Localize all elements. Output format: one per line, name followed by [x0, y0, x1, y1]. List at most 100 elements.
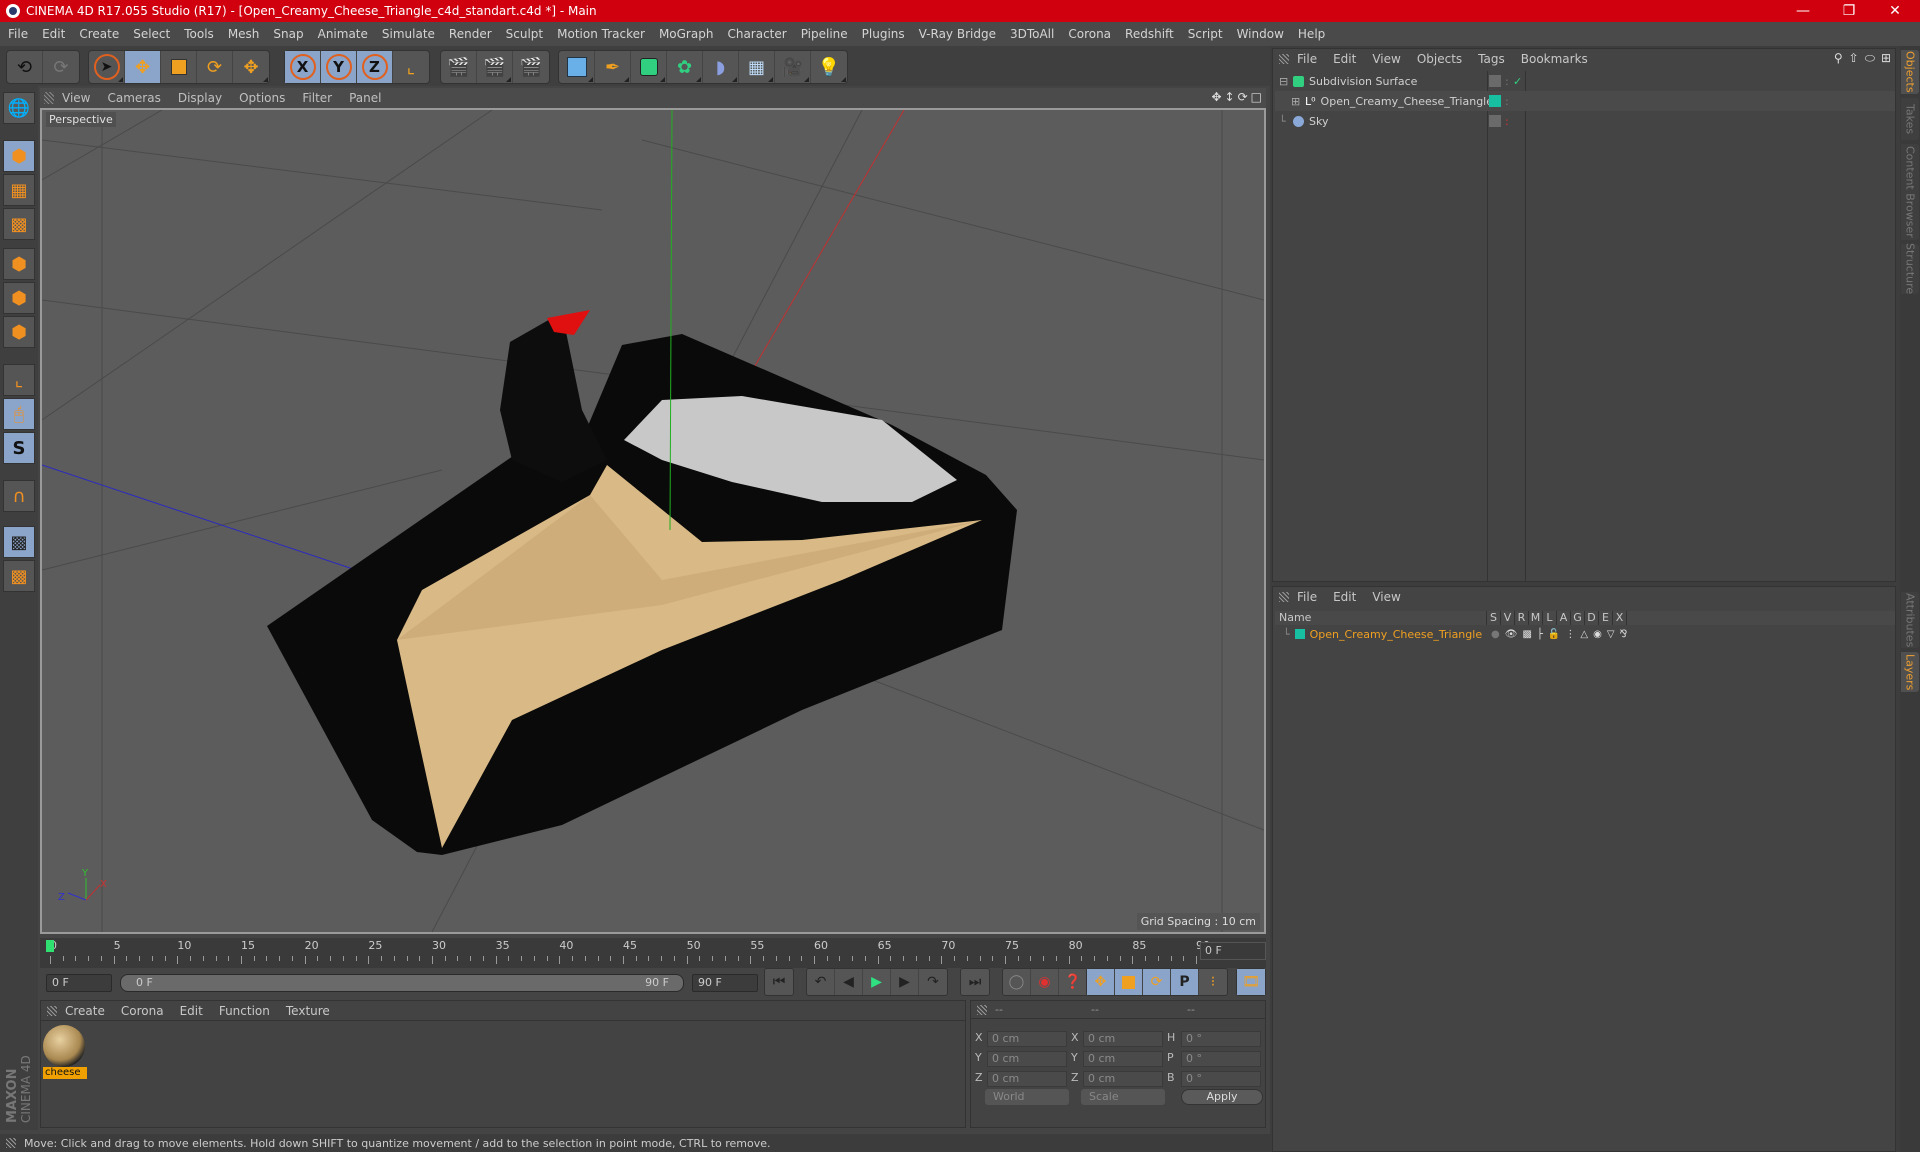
scale-tool-button[interactable] — [161, 51, 197, 83]
column-manager[interactable]: M — [1529, 611, 1543, 625]
playhead[interactable] — [46, 940, 54, 952]
make-editable-button[interactable]: 🌐 — [3, 92, 35, 124]
menu-character[interactable]: Character — [727, 27, 786, 41]
object-name[interactable]: Open_Creamy_Cheese_Triangle — [1321, 95, 1493, 108]
generator-icon[interactable]: △ — [1580, 629, 1588, 640]
y-axis-lock-button[interactable]: Y — [321, 51, 357, 83]
column-render[interactable]: R — [1515, 611, 1529, 625]
menu-redshift[interactable]: Redshift — [1125, 27, 1174, 41]
column-deformers[interactable]: D — [1585, 611, 1599, 625]
key-rotation-button[interactable]: ⟳ — [1143, 969, 1171, 995]
timeline-window-button[interactable]: 🎞 — [1237, 969, 1265, 995]
menu-tools[interactable]: Tools — [184, 27, 214, 41]
live-selection-button[interactable]: ➤ — [89, 51, 125, 83]
tweak-mode-button[interactable]: 🖰 — [3, 398, 35, 430]
end-frame-field[interactable]: 90 F — [692, 974, 758, 992]
menu-sculpt[interactable]: Sculpt — [506, 27, 543, 41]
polygons-mode-button[interactable]: ⬢ — [3, 316, 35, 348]
render-picture-viewer-button[interactable]: 🎬 — [477, 51, 513, 83]
play-button[interactable]: ▶ — [863, 969, 891, 995]
object-menu-bookmarks[interactable]: Bookmarks — [1521, 52, 1588, 66]
expand-icon[interactable]: ⊞ — [1291, 95, 1303, 108]
size-x-field[interactable]: 0 cm — [1083, 1031, 1163, 1047]
menu-create[interactable]: Create — [79, 27, 119, 41]
render-visibility-dots[interactable]: : — [1505, 115, 1509, 128]
viewport-menu-options[interactable]: Options — [239, 91, 285, 105]
edit-visibility-icon[interactable] — [1489, 115, 1501, 127]
column-animation[interactable]: A — [1557, 611, 1571, 625]
undo-button[interactable]: ⟲ — [7, 51, 43, 83]
column-expressions[interactable]: E — [1599, 611, 1613, 625]
layer-color-swatch[interactable] — [1489, 95, 1501, 107]
search-icon[interactable]: ⚲ — [1834, 51, 1843, 66]
layer-row[interactable]: └ Open_Creamy_Cheese_Triangle ● 👁 ▩ ├ 🔓 … — [1275, 627, 1895, 641]
render-clapboard-icon[interactable]: ▩ — [1522, 629, 1531, 640]
workplane-align-button[interactable]: ▩ — [3, 560, 35, 592]
column-solo[interactable]: S — [1487, 611, 1501, 625]
panel-grip-icon[interactable] — [1279, 592, 1289, 602]
tab-content-browser[interactable]: Content Browser — [1901, 144, 1919, 240]
menu-pipeline[interactable]: Pipeline — [801, 27, 848, 41]
menu-select[interactable]: Select — [133, 27, 170, 41]
next-key-button[interactable]: ↷ — [919, 969, 947, 995]
dolly-icon[interactable]: ↕ — [1225, 90, 1235, 104]
go-to-start-button[interactable]: ⏮ — [765, 969, 793, 995]
object-menu-edit[interactable]: Edit — [1333, 52, 1356, 66]
coordinate-space-dropdown[interactable]: World — [985, 1089, 1069, 1105]
perspective-viewport[interactable]: Y X Z Perspective Grid Spacing : 10 cm — [40, 108, 1266, 934]
menu-mograph[interactable]: MoGraph — [659, 27, 714, 41]
object-name[interactable]: Subdivision Surface — [1309, 75, 1417, 88]
home-icon[interactable]: ⇧ — [1849, 51, 1859, 66]
menu-edit[interactable]: Edit — [42, 27, 65, 41]
tab-layers[interactable]: Layers — [1901, 652, 1919, 692]
column-locked[interactable]: L — [1543, 611, 1557, 625]
object-menu-tags[interactable]: Tags — [1478, 52, 1505, 66]
menu-3dtoall[interactable]: 3DToAll — [1010, 27, 1054, 41]
key-point-level-button[interactable]: ⁝ — [1199, 969, 1227, 995]
menu-simulate[interactable]: Simulate — [382, 27, 435, 41]
object-row[interactable]: ⊟ Subdivision Surface : ✓ — [1275, 71, 1895, 91]
snap-button[interactable]: ∩ — [3, 480, 35, 512]
eye-icon[interactable]: ⬭ — [1865, 51, 1875, 66]
last-tool-button[interactable]: ✥ — [233, 51, 269, 83]
view-eye-icon[interactable]: 👁 — [1505, 629, 1518, 640]
solo-dot-icon[interactable]: ● — [1491, 629, 1500, 640]
floor-button[interactable]: ▦ — [739, 51, 775, 83]
render-visibility-dots[interactable]: : — [1505, 95, 1509, 108]
deformer-button[interactable]: ◗ — [703, 51, 739, 83]
rotation-h-field[interactable]: 0 ° — [1181, 1031, 1261, 1047]
menu-render[interactable]: Render — [449, 27, 492, 41]
previous-key-button[interactable]: ↶ — [807, 969, 835, 995]
panel-grip-icon[interactable] — [47, 1005, 57, 1016]
menu-vray-bridge[interactable]: V-Ray Bridge — [919, 27, 996, 41]
material-menu-function[interactable]: Function — [219, 1004, 270, 1018]
rotation-b-field[interactable]: 0 ° — [1181, 1071, 1261, 1087]
animation-icon[interactable]: ⋮ — [1565, 629, 1575, 640]
viewport-menu-display[interactable]: Display — [178, 91, 222, 105]
position-x-field[interactable]: 0 cm — [987, 1031, 1067, 1047]
render-settings-button[interactable]: 🎬 — [513, 51, 549, 83]
menu-help[interactable]: Help — [1298, 27, 1325, 41]
previous-frame-button[interactable]: ◀ — [835, 969, 863, 995]
enabled-check-icon[interactable]: ✓ — [1513, 75, 1522, 88]
record-active-objects-button[interactable]: ◉ — [1031, 969, 1059, 995]
panel-grip-icon[interactable] — [977, 1004, 987, 1015]
render-view-button[interactable]: 🎬 — [441, 51, 477, 83]
tab-attributes[interactable]: Attributes — [1901, 592, 1919, 648]
coordinate-system-button[interactable]: ⌞ — [393, 51, 429, 83]
menu-mesh[interactable]: Mesh — [228, 27, 260, 41]
size-z-field[interactable]: 0 cm — [1083, 1071, 1163, 1087]
expression-icon[interactable]: ▽ — [1607, 629, 1615, 640]
material-swatch[interactable]: cheese — [43, 1025, 87, 1081]
tab-takes[interactable]: Takes — [1901, 98, 1919, 140]
texture-mode-button[interactable]: ▦ — [3, 174, 35, 206]
tab-structure[interactable]: Structure — [1901, 243, 1919, 295]
layer-menu-view[interactable]: View — [1372, 590, 1400, 604]
lock-icon[interactable]: 🔓 — [1548, 629, 1560, 640]
panel-grip-icon[interactable] — [6, 1138, 16, 1148]
column-xref[interactable]: X — [1613, 611, 1627, 625]
go-to-end-button[interactable]: ⏭ — [961, 969, 989, 995]
layer-name[interactable]: Open_Creamy_Cheese_Triangle — [1310, 628, 1482, 641]
edit-visibility-icon[interactable] — [1489, 75, 1501, 87]
minimize-button[interactable]: — — [1780, 0, 1826, 22]
